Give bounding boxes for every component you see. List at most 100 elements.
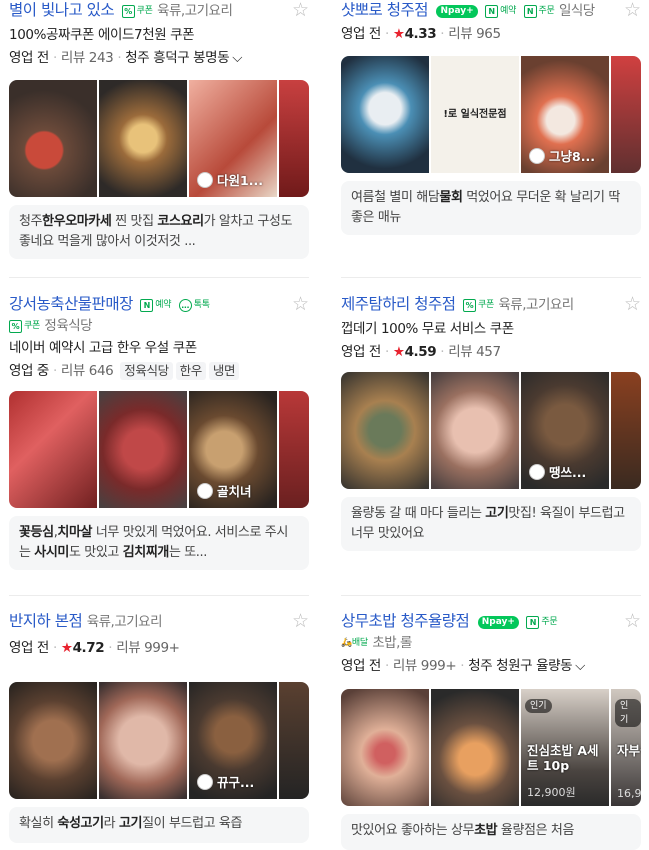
photo[interactable]	[99, 682, 187, 799]
menu-price: 16,9	[617, 787, 641, 800]
review-snippet[interactable]: 청주한우오마카세 찐 맛집 코스요리가 알차고 구성도 좋네요 먹을게 많아서 …	[9, 205, 309, 259]
place-category: 정육식당	[44, 318, 93, 334]
menu-photo[interactable]: 인기 진심초밥 A세트 10p 12,900원	[521, 689, 609, 806]
photo-author: 그냥8...	[529, 146, 595, 165]
divider	[9, 277, 309, 278]
status: 영업 전	[9, 640, 49, 656]
review-count: 리뷰 646	[60, 363, 114, 379]
location: 청주 흥덕구 봉명동	[125, 50, 230, 66]
place-meta: 영업 전 · ★4.59 · 리뷰 457	[341, 344, 501, 360]
menu-name: 진심초밥 A세트 10p	[527, 743, 599, 773]
star-outline-icon[interactable]: ☆	[292, 294, 309, 314]
place-card[interactable]: 별이 빛나고 있소 % 쿠폰 육류,고기요리 ☆ 100%공짜쿠폰 에이드7천원 …	[9, 0, 309, 259]
place-card[interactable]: 상무초밥 청주율량점 Npay+ N 주문 🛵배달 초밥,롤 ☆ 영업 전 · 리뷰 …	[341, 611, 641, 850]
review-snippet[interactable]: 확실히 숙성고기라 고기질이 부드럽고 육즙	[9, 807, 309, 843]
review-snippet[interactable]: 여름철 별미 해담물회 먹었어요 무더운 확 날리기 딱 좋은 매뉴	[341, 181, 641, 235]
place-card[interactable]: 강서농축산물판매장 N 예약 … 톡톡 % 쿠폰 정육식당 ☆ 네이버 예약시 고급 …	[9, 294, 309, 570]
place-meta: 영업 중 · 리뷰 646 정육식당 한우 냉면	[9, 361, 309, 381]
place-meta: 영업 전 · ★4.72 · 리뷰 999+	[9, 640, 180, 656]
place-category: 일식당	[558, 3, 595, 19]
tag-chip[interactable]: 한우	[175, 362, 206, 380]
photo[interactable]: 골치녀	[189, 391, 277, 508]
reservation-badge: N 예약	[140, 299, 172, 312]
place-name[interactable]: 제주탐하리 청주점	[341, 295, 456, 313]
photo[interactable]	[341, 689, 429, 806]
place-card[interactable]: 제주탐하리 청주점 % 쿠폰 육류,고기요리 ☆ 껍데기 100% 무료 서비스 …	[341, 294, 641, 551]
place-category: 초밥,롤	[372, 635, 412, 651]
results-grid: 별이 빛나고 있소 % 쿠폰 육류,고기요리 ☆ 100%공짜쿠폰 에이드7천원 …	[0, 0, 649, 850]
photo[interactable]: 그냥8...	[521, 56, 609, 173]
review-snippet[interactable]: 맛있어요 좋아하는 상무초밥 율량점은 처음	[341, 814, 641, 850]
star-outline-icon[interactable]: ☆	[292, 611, 309, 631]
star-outline-icon[interactable]: ☆	[624, 0, 641, 20]
review-count: 리뷰 999+	[116, 640, 180, 656]
tag-chip[interactable]: 냉면	[208, 362, 240, 380]
photo-strip[interactable]: 땡쓰...	[341, 372, 641, 489]
star-outline-icon[interactable]: ☆	[624, 294, 641, 314]
menu-photo[interactable]: 인기 자부심초밥 A세트 16,9	[611, 689, 641, 806]
photo[interactable]	[431, 689, 519, 806]
star-outline-icon[interactable]: ☆	[624, 611, 641, 631]
place-category: 육류,고기요리	[157, 3, 233, 19]
coupon-icon: %	[121, 5, 135, 18]
avatar	[529, 463, 545, 480]
photo[interactable]	[9, 682, 97, 799]
avatar	[197, 773, 213, 790]
tag-chip[interactable]: 정육식당	[120, 362, 173, 380]
photo[interactable]	[611, 372, 641, 489]
photo-strip[interactable]: !로 일식전문점 그냥8...	[341, 56, 641, 173]
review-count: 리뷰 999+	[392, 658, 457, 674]
divider	[341, 595, 641, 596]
place-meta: 영업 전 · 리뷰 243 · 청주 흥덕구 봉명동 ⌵	[9, 50, 243, 66]
place-card[interactable]: 샷뽀로 청주점 Npay+ N 예약 N 주문 일식당 ☆ 영업 전 · ★4.33 · 리…	[341, 0, 641, 235]
photo-strip[interactable]: 다원1...	[9, 80, 309, 197]
photo[interactable]	[279, 682, 309, 799]
review-snippet[interactable]: 꽃등심,치마살 너무 맛있게 먹었어요. 서비스로 주시는 사시미도 맛있고 김…	[9, 516, 309, 570]
photo[interactable]	[341, 372, 429, 489]
place-name[interactable]: 샷뽀로 청주점	[341, 1, 429, 19]
photo[interactable]	[9, 391, 97, 508]
photo[interactable]	[279, 80, 309, 197]
rating: 4.59	[404, 344, 437, 360]
place-name[interactable]: 상무초밥 청주율량점	[341, 612, 470, 630]
popular-tag: 인기	[525, 699, 552, 713]
photo-strip[interactable]: 골치녀	[9, 391, 309, 508]
npay-badge: Npay+	[477, 616, 519, 629]
place-name[interactable]: 반지하 본점	[9, 612, 83, 630]
talktalk-badge: … 톡톡	[178, 299, 210, 312]
photo[interactable]: 다원1...	[189, 80, 277, 197]
star-outline-icon[interactable]: ☆	[292, 0, 309, 20]
photo-author: 다원1...	[197, 170, 263, 189]
photo[interactable]	[9, 80, 97, 197]
review-snippet[interactable]: 율량동 갈 때 마다 들리는 고기맛집! 육질이 부드럽고 너무 맛있어요	[341, 497, 641, 551]
place-name[interactable]: 강서농축산물판매장	[9, 295, 133, 313]
photo-strip[interactable]: 뀨구...	[9, 682, 309, 799]
photo[interactable]	[279, 391, 309, 508]
divider	[341, 277, 641, 278]
location: 청주 청원구 율량동	[468, 658, 573, 674]
coupon-badge: % 쿠폰	[9, 320, 40, 333]
photo-strip[interactable]: 인기 진심초밥 A세트 10p 12,900원 인기 자부심초밥 A세트 16,…	[341, 689, 641, 806]
star-filled-icon: ★	[392, 344, 405, 360]
coupon-text: 100%공짜쿠폰 에이드7천원 쿠폰	[9, 27, 195, 43]
status: 영업 중	[9, 363, 49, 379]
photo[interactable]	[99, 391, 187, 508]
status: 영업 전	[341, 344, 381, 360]
chevron-down-icon[interactable]: ⌵	[575, 658, 585, 674]
photo[interactable]	[341, 56, 429, 173]
place-meta: 영업 전 · 리뷰 999+ · 청주 청원구 율량동 ⌵	[341, 658, 585, 674]
coupon-badge: % 쿠폰	[121, 5, 153, 18]
photo[interactable]: 뀨구...	[189, 682, 277, 799]
place-card[interactable]: 반지하 본점 육류,고기요리 ☆ 영업 전 · ★4.72 · 리뷰 999+ 뀨구..…	[9, 611, 309, 843]
coupon-text: 껍데기 100% 무료 서비스 쿠폰	[341, 321, 514, 337]
place-name[interactable]: 별이 빛나고 있소	[9, 1, 115, 19]
photo-author: 땡쓰...	[529, 462, 586, 481]
photo[interactable]	[431, 372, 519, 489]
photo[interactable]	[99, 80, 187, 197]
status: 영업 전	[9, 50, 49, 66]
photo[interactable]	[611, 56, 641, 173]
photo[interactable]: 땡쓰...	[521, 372, 609, 489]
status: 영업 전	[341, 26, 381, 42]
chevron-down-icon[interactable]: ⌵	[232, 50, 242, 66]
photo-signboard[interactable]: !로 일식전문점	[431, 56, 519, 173]
